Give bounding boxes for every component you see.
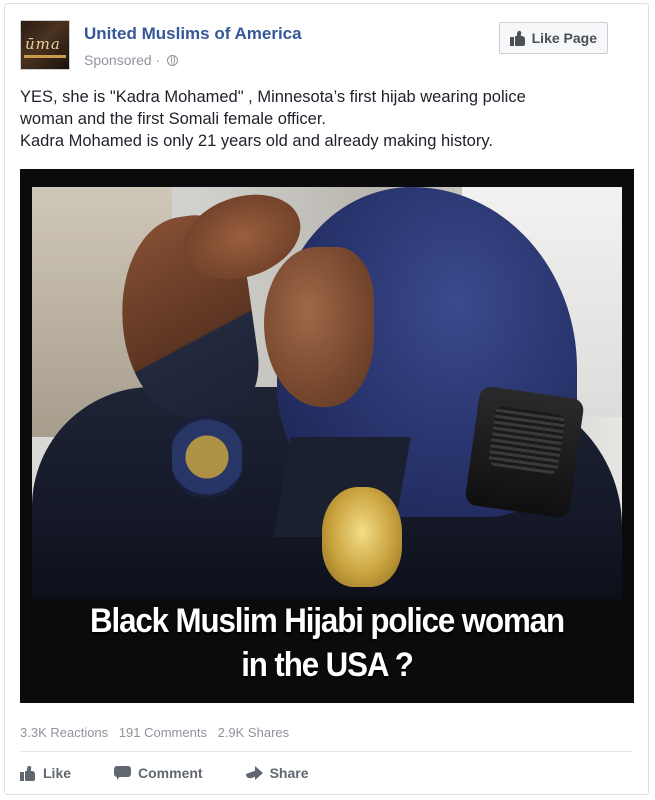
like-page-button[interactable]: Like Page — [498, 22, 608, 54]
reactions-count[interactable]: 3.3K Reactions — [20, 725, 108, 740]
image-caption: Black Muslim Hijabi police woman in the … — [45, 599, 610, 687]
post-text-line: woman and the first Somali female office… — [20, 110, 327, 128]
post-image[interactable]: Black Muslim Hijabi police woman in the … — [20, 169, 634, 703]
thumbs-up-icon — [20, 765, 36, 781]
post-text-line: Kadra Mohamed is only 21 years old and a… — [20, 132, 493, 150]
image-caption-line: Black Muslim Hijabi police woman — [90, 602, 565, 640]
avatar-logo-text: ūma — [25, 35, 61, 53]
comment-bubble-icon — [114, 766, 132, 780]
actions-divider — [20, 751, 633, 752]
photo-face — [264, 247, 374, 407]
post-text-line: YES, she is "Kadra Mohamed" , Minnesota’… — [20, 88, 526, 106]
meta-separator: · — [151, 52, 165, 68]
post-actions: Like Comment Share — [20, 760, 352, 786]
comment-button[interactable]: Comment — [114, 765, 203, 781]
globe-icon[interactable] — [167, 55, 179, 66]
sponsored-label[interactable]: Sponsored — [84, 52, 152, 68]
avatar-logo-bar — [24, 55, 66, 58]
photo-police-badge — [322, 487, 402, 587]
engagement-stats: 3.3K Reactions 191 Comments 2.9K Shares — [20, 725, 296, 740]
share-label: Share — [269, 765, 309, 781]
thumbs-up-icon — [509, 30, 526, 46]
photo-shoulder-patch — [172, 417, 242, 497]
share-arrow-icon — [245, 766, 263, 781]
page-name-link[interactable]: United Muslims of America — [84, 24, 302, 44]
photo-radio — [464, 385, 585, 519]
shares-count[interactable]: 2.9K Shares — [218, 725, 290, 740]
page-avatar[interactable]: ūma — [20, 20, 70, 70]
like-button[interactable]: Like — [20, 765, 71, 781]
comments-count[interactable]: 191 Comments — [119, 725, 207, 740]
like-page-label: Like Page — [531, 30, 597, 46]
share-button[interactable]: Share — [245, 765, 309, 781]
like-label: Like — [43, 765, 72, 781]
post-text: YES, she is "Kadra Mohamed" , Minnesota’… — [20, 86, 620, 152]
sponsored-meta: Sponsored · — [84, 52, 179, 68]
photo-of-officer-saluting — [32, 187, 622, 599]
sponsored-post-card: ūma United Muslims of America Sponsored … — [4, 3, 649, 795]
image-caption-line: in the USA ? — [241, 646, 414, 684]
comment-label: Comment — [138, 765, 203, 781]
